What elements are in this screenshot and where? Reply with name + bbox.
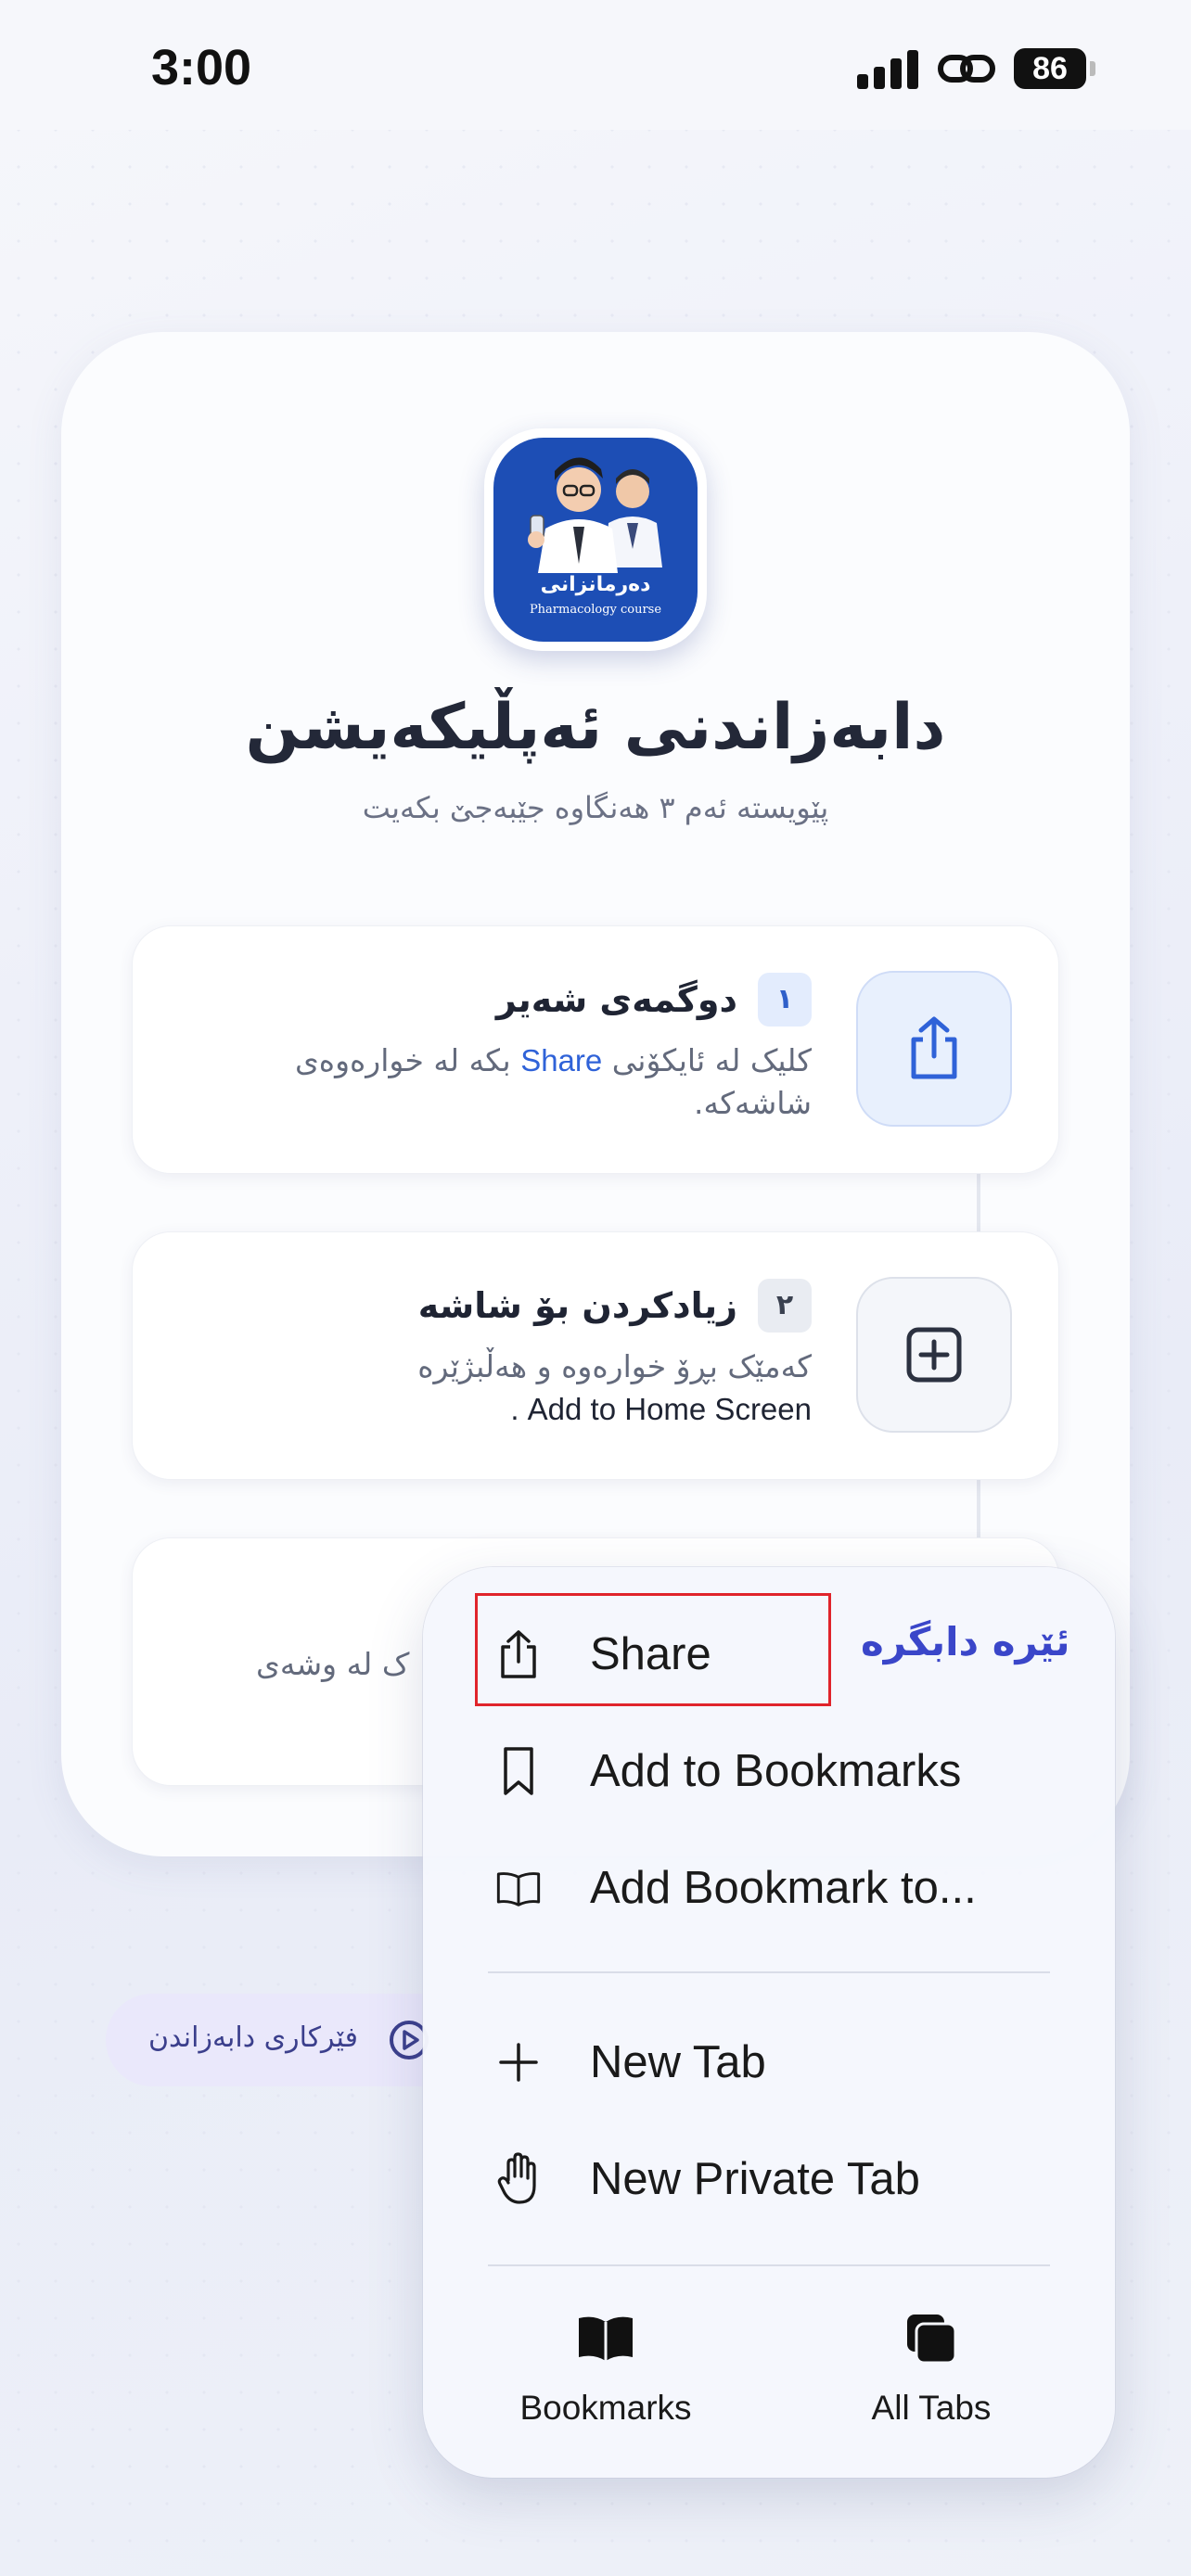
menu-item-add-bookmark-to[interactable]: Add Bookmark to... bbox=[423, 1834, 1115, 1936]
step-desc-line: Add to Home Screen . bbox=[510, 1392, 812, 1426]
menu-item-label: New Private Tab bbox=[590, 2154, 920, 2204]
menu-item-label: Add to Bookmarks bbox=[590, 1746, 962, 1796]
step-connector bbox=[977, 1480, 980, 1539]
step-description: کلیک لە ئایکۆنی Share بکە لە خوارەوەی شا… bbox=[218, 1039, 812, 1125]
menu-item-add-bookmarks[interactable]: Add to Bookmarks bbox=[423, 1717, 1115, 1819]
page-subtitle: پێویستە ئەم ٣ هەنگاوە جێبەجێ بکەیت bbox=[362, 790, 829, 825]
all-tabs-icon bbox=[811, 2307, 1052, 2370]
signal-icon bbox=[857, 48, 920, 89]
step-card-add-home: ٢ زیادکردن بۆ شاشە کەمێک بڕۆ خوارەوە و ه… bbox=[132, 1231, 1059, 1480]
tap-here-hint: ئێرە دابگرە bbox=[861, 1619, 1070, 1664]
step-icon-box bbox=[856, 1277, 1012, 1433]
share-highlight-box bbox=[475, 1593, 831, 1706]
step-title: زیادکردن بۆ شاشە bbox=[417, 1285, 737, 1326]
app-icon-title: دەرمانزانی bbox=[540, 573, 651, 596]
battery-indicator: 86 bbox=[1014, 48, 1086, 89]
step-desc-partial: ک لە وشەی bbox=[256, 1646, 410, 1682]
share-icon bbox=[911, 1016, 957, 1079]
plus-square-icon bbox=[906, 1327, 962, 1383]
step-title: دوگمەی شەیر bbox=[495, 979, 737, 1020]
menu-item-label: New Tab bbox=[590, 2037, 766, 2087]
link-icon bbox=[938, 55, 995, 83]
all-tabs-label: All Tabs bbox=[871, 2389, 992, 2427]
menu-item-label: Add Bookmark to... bbox=[590, 1863, 977, 1913]
pharmacists-illustration bbox=[528, 457, 662, 573]
step-description: کەمێک بڕۆ خوارەوە و هەڵبژێرە Add to Home… bbox=[218, 1345, 812, 1431]
page-title: دابەزاندنی ئەپڵیکەیشن bbox=[245, 691, 946, 764]
menu-item-new-tab[interactable]: New Tab bbox=[423, 2009, 1115, 2111]
app-icon: دەرمانزانی Pharmacology course bbox=[484, 428, 707, 651]
step-number-badge: ٢ bbox=[758, 1279, 812, 1333]
menu-divider bbox=[488, 2264, 1050, 2266]
step-number-badge: ١ bbox=[758, 973, 812, 1027]
step-desc-line: کەمێک بڕۆ خوارەوە و هەڵبژێرە bbox=[417, 1348, 812, 1384]
book-open-icon bbox=[495, 1862, 542, 1914]
app-icon-subtitle: Pharmacology course bbox=[529, 603, 662, 617]
status-time: 3:00 bbox=[151, 40, 252, 96]
step-connector bbox=[977, 1174, 980, 1233]
plus-icon bbox=[495, 2036, 542, 2088]
menu-item-new-private-tab[interactable]: New Private Tab bbox=[423, 2125, 1115, 2227]
menu-divider bbox=[488, 1971, 1050, 1973]
bookmarks-icon bbox=[485, 2307, 726, 2370]
status-bar: 3:00 86 bbox=[0, 0, 1191, 130]
tutorial-label: فێرکاری دابەزاندن bbox=[148, 2021, 358, 2054]
app-icon-artwork: دەرمانزانی Pharmacology course bbox=[493, 438, 698, 642]
battery-tip bbox=[1090, 61, 1095, 76]
bookmarks-label: Bookmarks bbox=[519, 2389, 692, 2427]
share-keyword: Share bbox=[520, 1043, 603, 1078]
bookmark-icon bbox=[495, 1745, 542, 1797]
step-card-share: ١ دوگمەی شەیر کلیک لە ئایکۆنی Share بکە … bbox=[132, 925, 1059, 1174]
step-icon-box bbox=[856, 971, 1012, 1127]
bookmarks-button[interactable]: Bookmarks bbox=[485, 2307, 726, 2428]
step-desc-text: کلیک لە ئایکۆنی bbox=[611, 1042, 812, 1078]
hand-icon bbox=[495, 2152, 542, 2205]
all-tabs-button[interactable]: All Tabs bbox=[811, 2307, 1052, 2428]
